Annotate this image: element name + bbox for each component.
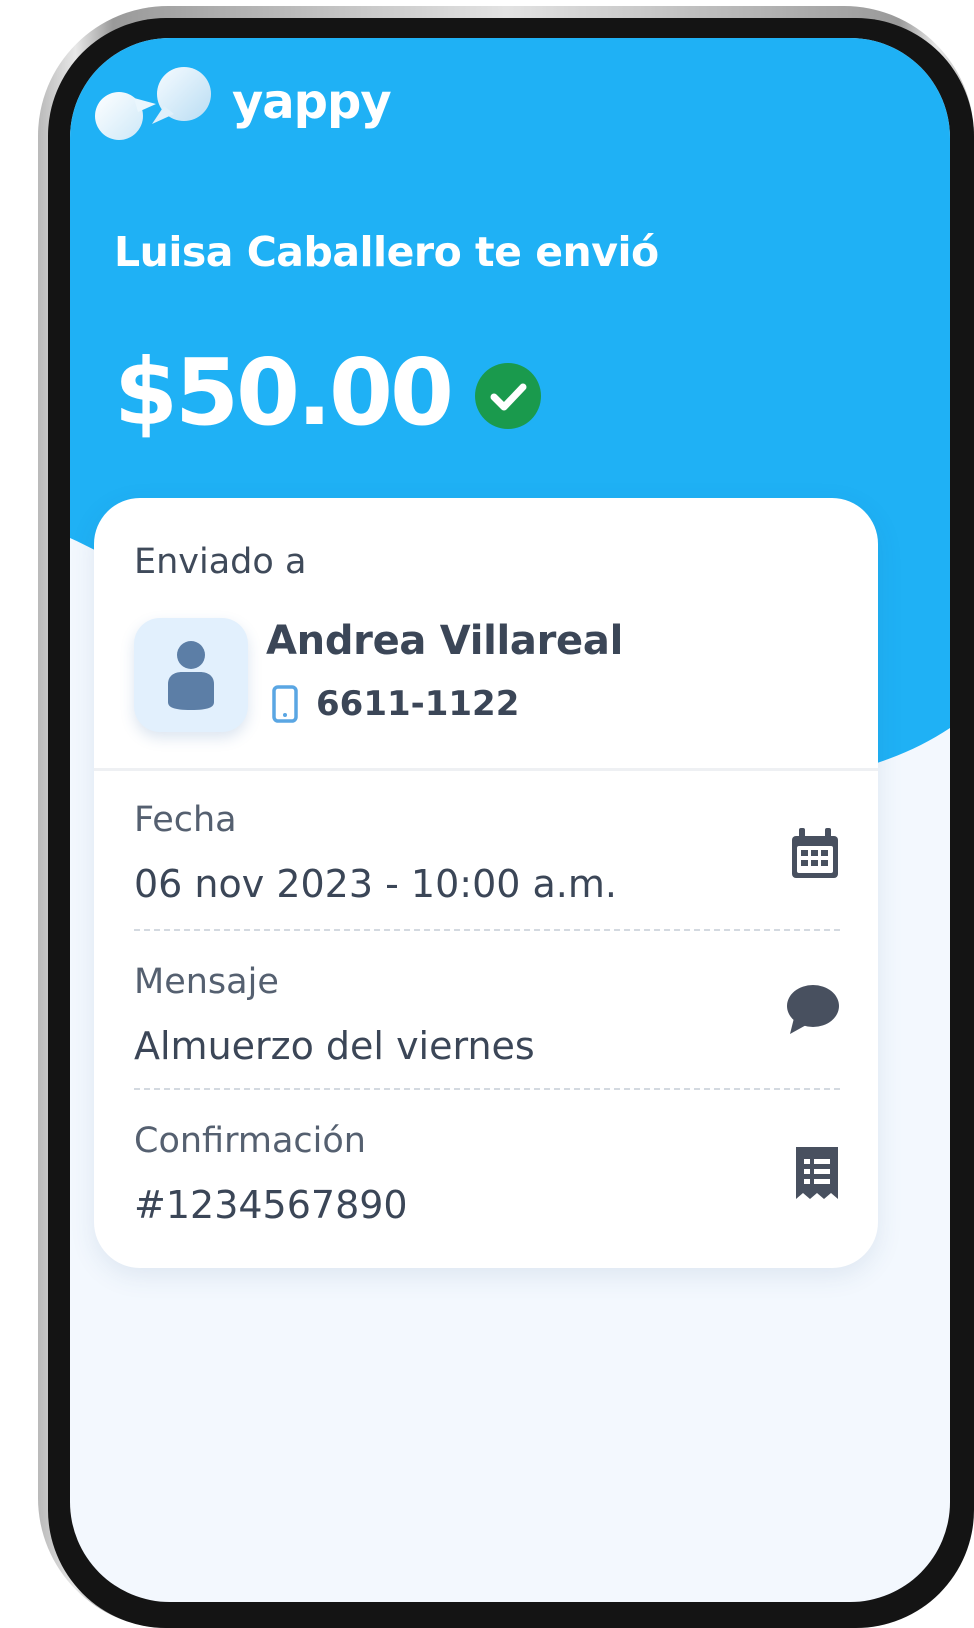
amount-value: $50.00 <box>114 339 454 446</box>
calendar-icon <box>792 828 838 878</box>
person-icon <box>168 641 214 710</box>
avatar <box>134 618 248 732</box>
check-circle-icon <box>475 363 542 429</box>
phone-screen: yappy Luisa Caballero te envió $50.00 En… <box>70 38 950 1602</box>
recipient-section: Enviado a Andrea Villareal 6611-1122 <box>94 498 878 771</box>
date-label: Fecha <box>134 800 237 840</box>
brand-name: yappy <box>232 74 392 130</box>
amount-row: $50.00 <box>114 338 542 448</box>
yappy-logo: yappy <box>94 64 392 144</box>
mobile-phone-icon <box>272 685 298 723</box>
divider <box>134 929 840 931</box>
recipient-name: Andrea Villareal <box>266 618 623 664</box>
message-label: Mensaje <box>134 962 279 1002</box>
divider <box>134 1088 840 1090</box>
sender-line: Luisa Caballero te envió <box>114 228 659 276</box>
receipt-icon <box>796 1147 838 1199</box>
date-row: Fecha 06 nov 2023 - 10:00 a.m. <box>134 770 840 930</box>
message-value: Almuerzo del viernes <box>134 1024 535 1068</box>
sent-to-label: Enviado a <box>134 542 307 582</box>
confirmation-row: Confirmación #1234567890 <box>134 1091 840 1251</box>
confirmation-label: Confirmación <box>134 1121 366 1161</box>
message-row: Mensaje Almuerzo del viernes <box>134 932 840 1092</box>
chat-bubble-icon <box>787 985 839 1034</box>
date-value: 06 nov 2023 - 10:00 a.m. <box>134 862 617 906</box>
recipient-phone: 6611-1122 <box>316 684 520 724</box>
speech-bubbles-icon <box>95 67 211 140</box>
confirmation-value: #1234567890 <box>134 1183 408 1227</box>
transaction-card: Enviado a Andrea Villareal 6611-1122 Fec… <box>94 498 878 1268</box>
recipient-phone-row: 6611-1122 <box>272 684 519 724</box>
